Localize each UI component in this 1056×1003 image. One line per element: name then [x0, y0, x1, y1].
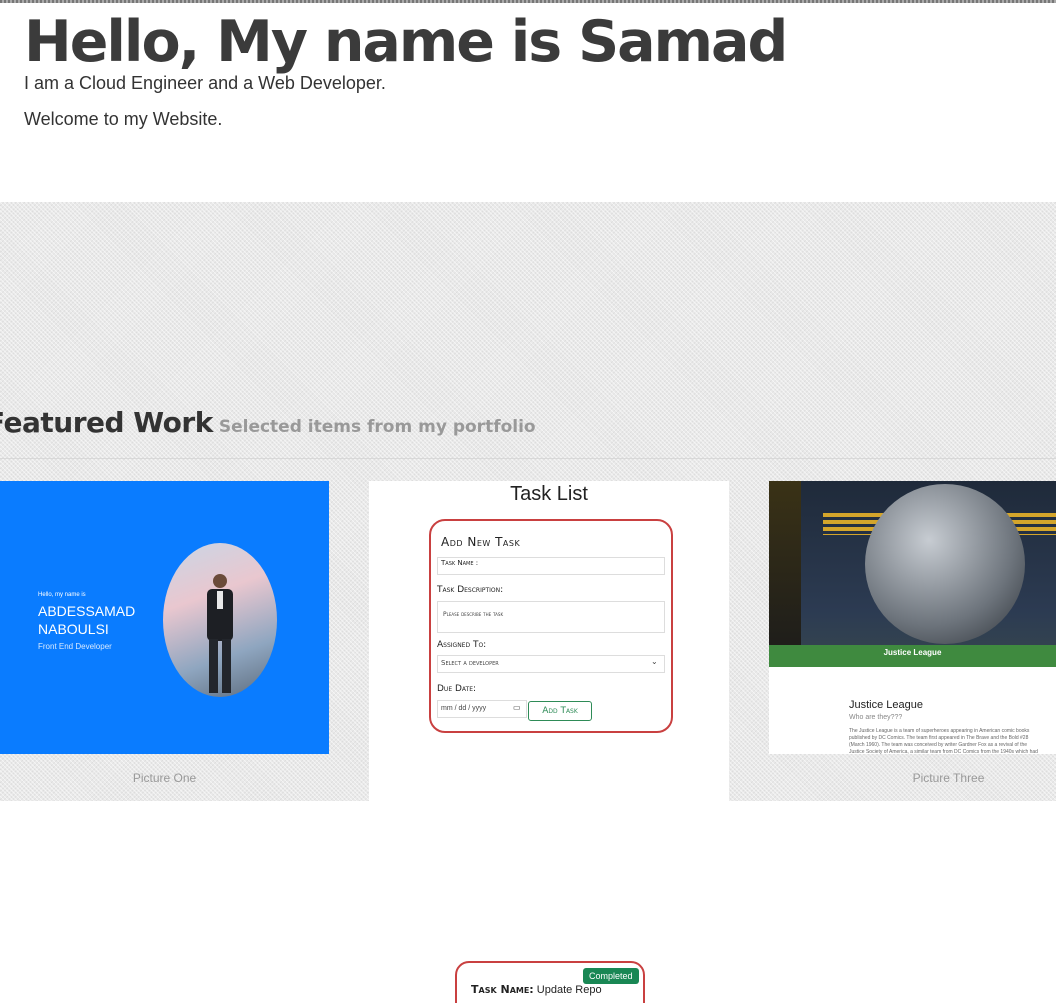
portfolio-title: Featured Work	[0, 406, 213, 439]
portfolio-subtitle: Selected items from my portfolio	[218, 417, 536, 437]
hero-welcome: Welcome to my Website.	[24, 109, 223, 129]
assigned-select-value: Select a developer	[441, 659, 499, 667]
caption-picture-one: Picture One	[132, 771, 197, 785]
preview-name-text: ABDESSAMAD NABOULSI	[38, 603, 136, 637]
caption-picture-three: Picture Three	[912, 771, 985, 785]
portfolio-heading: Featured Work Selected items from my port…	[0, 406, 536, 439]
portfolio-section: Featured Work Selected items from my port…	[0, 202, 1056, 1003]
batman-image	[865, 484, 1025, 644]
form-title: Add New Task	[441, 535, 521, 549]
hero-section: Hello, My name is Samad I am a Cloud Eng…	[0, 3, 1056, 202]
completed-badge: Completed	[583, 968, 639, 984]
portfolio-item-one-image[interactable]: Hello, my name is ABDESSAMAD NABOULSI Fr…	[0, 481, 329, 754]
preview-body-text: The Justice League is a team of superher…	[849, 728, 1038, 754]
task-desc-placeholder: Please describe the task	[443, 611, 504, 618]
portfolio-item-two-image[interactable]: Task List Add New Task Task Name : Task …	[369, 481, 729, 1003]
hero-heading: Hello, My name is Samad	[24, 9, 788, 75]
preview-hello-text: Hello, my name is	[38, 592, 86, 598]
task-card-value: Update Repo	[536, 984, 602, 996]
assigned-label: Assigned To:	[437, 640, 487, 650]
section-divider	[0, 458, 1056, 459]
task-card-label: Task Name:	[471, 983, 534, 996]
date-placeholder: mm / dd / yyyy	[441, 705, 487, 712]
due-date-label: Due Date:	[437, 684, 477, 694]
portfolio-item-three-image[interactable]: Justice League Justice League Who are th…	[769, 481, 1056, 754]
preview-task-form: Add New Task Task Name : Task Descriptio…	[429, 519, 673, 733]
preview-role-text: Front End Developer	[38, 642, 112, 651]
hero-tagline: I am a Cloud Engineer and a Web Develope…	[24, 73, 386, 93]
chevron-down-icon: ⌄	[651, 657, 658, 666]
calendar-icon: ▭	[513, 703, 521, 712]
preview-heading: Justice League	[849, 699, 923, 711]
add-task-button: Add Task	[528, 701, 592, 721]
profile-photo	[163, 543, 277, 697]
person-figure	[207, 574, 233, 693]
task-desc-label: Task Description:	[437, 585, 504, 595]
preview-subheading: Who are they???	[849, 714, 903, 721]
task-name-label: Task Name :	[441, 559, 479, 567]
banner-stripe	[769, 481, 801, 667]
preview-task-list-title: Task List	[510, 483, 588, 505]
banner-title: Justice League	[883, 648, 942, 657]
task-card-text: Task Name: Update Repo	[471, 983, 602, 996]
